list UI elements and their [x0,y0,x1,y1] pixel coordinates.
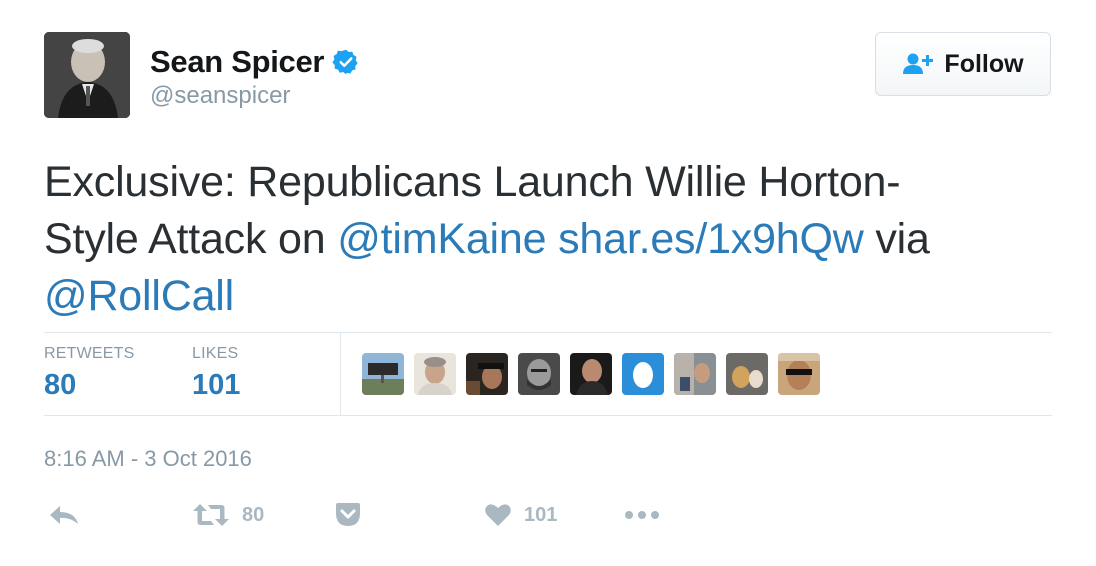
follow-button-label: Follow [944,49,1024,78]
tweet-text-segment: Exclusive: Republicans Launch Willie Hor… [44,158,901,206]
verified-badge-icon [332,49,358,75]
retweet-icon [193,504,229,526]
heart-icon [485,504,511,526]
liker-avatar[interactable] [518,353,560,395]
tweet-timestamp[interactable]: 8:16 AM - 3 Oct 2016 [44,446,252,472]
pocket-button[interactable] [334,498,362,532]
liker-avatar[interactable] [362,353,404,395]
more-button[interactable] [624,498,660,532]
retweets-count: 80 [44,369,77,401]
likes-count: 101 [192,369,241,401]
tweet-stats: RETWEETS 80 LIKES 101 [44,332,1052,416]
tweet-text-segment [546,215,558,263]
reply-button[interactable] [48,498,80,532]
user-name-row[interactable]: Sean Spicer [150,44,360,80]
retweets-stat[interactable]: RETWEETS 80 [44,345,135,402]
liker-avatar[interactable] [726,353,768,395]
add-user-icon [903,53,934,74]
liker-avatar[interactable] [674,353,716,395]
tweet-text: Exclusive: Republicans Launch Willie Hor… [44,154,1044,325]
mention-link-timkaine[interactable]: @timKaine [337,215,546,263]
avatar[interactable] [44,32,130,118]
display-name[interactable]: Sean Spicer [150,44,324,80]
likers-avatars [362,353,820,395]
tweet-text-segment: Style Attack on [44,215,338,263]
follow-button[interactable]: Follow [875,32,1051,96]
reply-icon [50,506,78,524]
retweets-label: RETWEETS [44,345,135,362]
likes-stat[interactable]: LIKES 101 [192,345,240,402]
like-button[interactable]: 101 [484,498,557,532]
tweet-actions: 80 101 [44,498,744,532]
likes-label: LIKES [192,345,239,362]
retweet-button[interactable]: 80 [192,498,264,532]
liker-avatar[interactable] [414,353,456,395]
pocket-icon [336,503,360,526]
more-icon [625,511,659,519]
liker-avatar[interactable] [778,353,820,395]
url-link[interactable]: shar.es/1x9hQw [558,215,864,263]
mention-link-rollcall[interactable]: @RollCall [44,272,234,320]
profile-photo [44,32,130,118]
user-handle[interactable]: @seanspicer [150,82,290,110]
tweet-text-segment: via [863,215,930,263]
liker-avatar[interactable] [570,353,612,395]
stats-divider [340,333,341,415]
liker-avatar[interactable] [466,353,508,395]
retweet-count: 80 [242,503,265,526]
like-count: 101 [524,503,558,526]
liker-avatar-default[interactable] [622,353,664,395]
